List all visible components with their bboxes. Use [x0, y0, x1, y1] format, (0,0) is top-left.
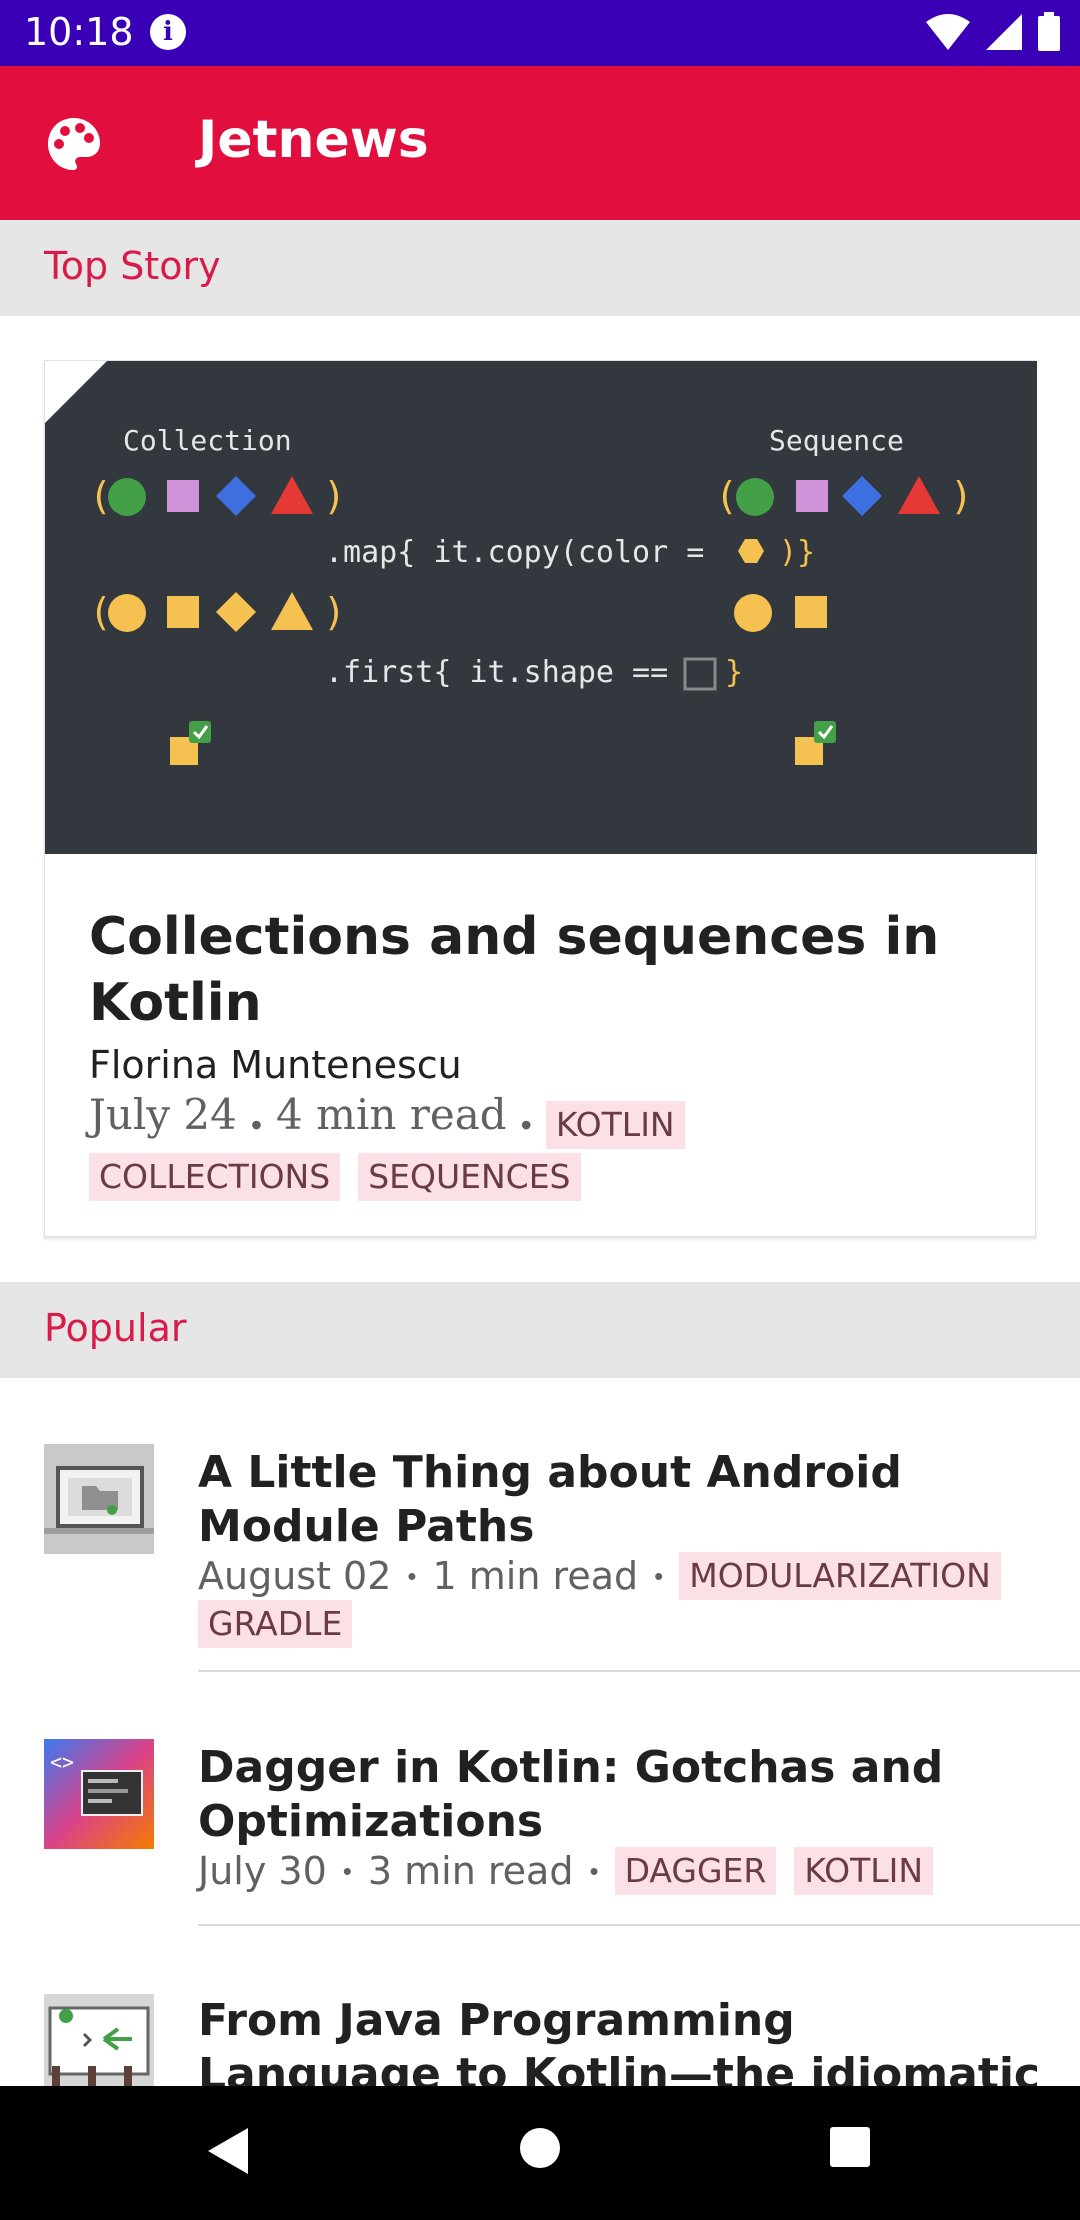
tag-chip[interactable]: SEQUENCES [358, 1152, 581, 1201]
signal-icon [985, 14, 1022, 50]
tag-chip[interactable]: DAGGER [614, 1847, 777, 1895]
meta-separator: • [407, 1561, 417, 1591]
article-date: August 02 [198, 1554, 392, 1598]
article-thumbnail [44, 1444, 154, 1554]
section-title: Popular [44, 1306, 187, 1350]
article-thumbnail: <> [44, 1739, 154, 1849]
svg-text:): ) [323, 590, 346, 634]
tag-chip[interactable]: KOTLIN [794, 1847, 934, 1895]
article-meta: July 24 • 4 min read • KOTLIN COLLECTIONS SEQ… [89, 1089, 1009, 1203]
meta-separator: • [250, 1106, 263, 1143]
article-title: Dagger in Kotlin: Gotchas and Optimizati… [198, 1742, 944, 1847]
home-icon[interactable] [518, 2126, 562, 2170]
tag-chip[interactable]: GRADLE [198, 1600, 353, 1648]
svg-text:): ) [950, 474, 973, 518]
status-bar: 10:18 i [0, 0, 1080, 66]
article-hero-image: Collection Sequence ( ) ( ) .map{ it.cop… [45, 361, 1037, 854]
wifi-icon [926, 14, 971, 50]
meta-separator: • [654, 1561, 664, 1591]
svg-text:<>: <> [50, 1750, 74, 1774]
article-read-time: 1 min read [432, 1554, 639, 1598]
navigation-bar [0, 2086, 1080, 2220]
status-icons [917, 12, 1062, 52]
article-read-time: 4 min read [276, 1090, 507, 1139]
article-title: Collections and sequences in Kotlin [89, 907, 940, 1033]
top-story-card[interactable]: Collection Sequence ( ) ( ) .map{ it.cop… [44, 360, 1037, 1237]
back-icon[interactable] [206, 2126, 250, 2176]
recents-icon[interactable] [829, 2126, 871, 2168]
meta-separator: • [589, 1856, 599, 1886]
article-meta: July 30 • 3 min read • DAGGER KOTLIN [198, 1847, 1058, 1895]
battery-icon [1038, 12, 1060, 51]
tag-chip[interactable]: MODULARIZATION [679, 1552, 1001, 1600]
info-icon: i [150, 14, 186, 50]
first-code: .first{ it.shape == [325, 655, 668, 690]
article-thumbnail [44, 1994, 154, 2086]
collections-sequences-illustration: Collection Sequence ( ) ( ) .map{ it.cop… [89, 424, 973, 765]
article-title: From Java Programming Language to Kotlin… [198, 1995, 1041, 2086]
tag-chip[interactable]: COLLECTIONS [89, 1152, 341, 1201]
section-title: Top Story [44, 244, 221, 288]
article-date: July 30 [198, 1849, 327, 1893]
divider [198, 1670, 1080, 1672]
meta-separator: • [342, 1856, 352, 1886]
article-title: A Little Thing about Android Module Path… [198, 1447, 902, 1552]
list-item[interactable]: A Little Thing about Android Module Path… [0, 1400, 1080, 1673]
map-code: .map{ it.copy(color = [325, 535, 704, 570]
svg-text:): ) [323, 474, 346, 518]
article-read-time: 3 min read [367, 1849, 574, 1893]
section-header-top-story: Top Story [0, 220, 1080, 316]
article-author: Florina Muntenescu [89, 1043, 462, 1087]
svg-text:)}: )} [779, 535, 815, 570]
sequence-label: Sequence [769, 424, 904, 457]
divider [198, 1924, 1080, 1926]
list-item[interactable]: From Java Programming Language to Kotlin… [0, 1950, 1080, 2086]
app-title: Jetnews [198, 110, 429, 170]
article-meta: August 02 • 1 min read • MODULARIZATION GRAD… [198, 1552, 1058, 1648]
collection-label: Collection [123, 424, 292, 457]
article-date: July 24 [89, 1090, 237, 1139]
svg-text:}: } [725, 655, 743, 690]
meta-separator: • [520, 1106, 532, 1143]
section-header-popular: Popular [0, 1282, 1080, 1378]
app-bar: Jetnews [0, 66, 1080, 220]
status-time: 10:18 [24, 10, 134, 54]
list-item[interactable]: <> Dagger in Kotlin: Gotchas and Optimiz… [0, 1695, 1080, 1927]
palette-icon[interactable] [44, 114, 104, 174]
svg-text:(: ( [715, 474, 738, 518]
tag-chip[interactable]: KOTLIN [545, 1100, 685, 1149]
